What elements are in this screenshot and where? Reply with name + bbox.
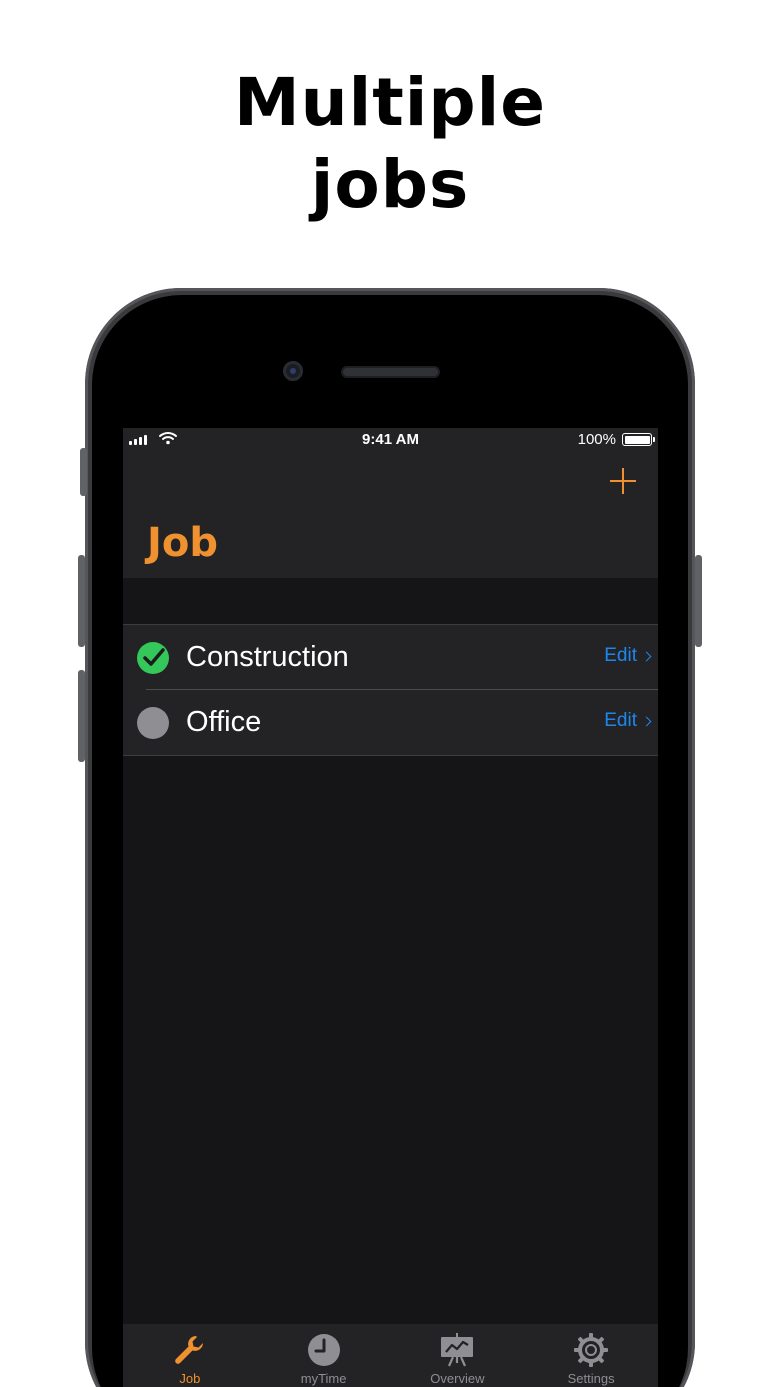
wrench-icon — [175, 1336, 203, 1364]
clock-icon — [307, 1334, 340, 1366]
job-list: Construction Edit Office Edit — [123, 624, 658, 756]
active-check-icon — [137, 642, 169, 674]
inactive-dot-icon — [137, 707, 169, 739]
volume-down-button — [78, 670, 85, 762]
job-row-construction[interactable]: Construction Edit — [123, 625, 658, 690]
chart-board-icon — [441, 1333, 474, 1367]
chevron-right-icon — [641, 651, 652, 661]
battery-percentage: 100% — [577, 431, 616, 448]
promo-headline: Multiple jobs — [0, 62, 780, 226]
add-job-button[interactable] — [610, 468, 636, 494]
chevron-right-icon — [641, 716, 652, 726]
edit-job-button[interactable]: Edit — [604, 710, 652, 732]
page-title: Job — [147, 520, 218, 566]
tab-label: Settings — [567, 1371, 615, 1386]
edit-label: Edit — [604, 710, 637, 731]
tab-job[interactable]: Job — [123, 1324, 257, 1387]
navigation-bar: 9:41 AM 100% Job — [123, 428, 658, 578]
app-screen: 9:41 AM 100% Job Construction Edit Offic… — [123, 428, 658, 1387]
status-bar: 9:41 AM 100% — [123, 428, 658, 452]
promo-headline-line-2: jobs — [310, 146, 470, 223]
tab-overview[interactable]: Overview — [391, 1324, 525, 1387]
tab-label: Job — [179, 1371, 201, 1386]
job-name: Office — [186, 706, 262, 738]
tab-label: Overview — [430, 1371, 485, 1386]
power-button — [695, 555, 702, 647]
tab-settings[interactable]: Settings — [524, 1324, 658, 1387]
edit-job-button[interactable]: Edit — [604, 645, 652, 667]
battery-icon — [622, 433, 655, 446]
tab-mytime[interactable]: myTime — [257, 1324, 391, 1387]
tab-label: myTime — [300, 1371, 347, 1386]
tab-bar: Job myTime Overview Settings — [123, 1324, 658, 1387]
mute-switch — [80, 448, 87, 496]
earpiece-speaker — [341, 366, 440, 378]
front-camera — [283, 361, 303, 381]
edit-label: Edit — [604, 645, 637, 666]
job-name: Construction — [186, 641, 349, 673]
gear-icon — [574, 1333, 609, 1367]
volume-up-button — [78, 555, 85, 647]
job-row-office[interactable]: Office Edit — [123, 689, 658, 755]
promo-headline-line-1: Multiple — [233, 64, 547, 141]
